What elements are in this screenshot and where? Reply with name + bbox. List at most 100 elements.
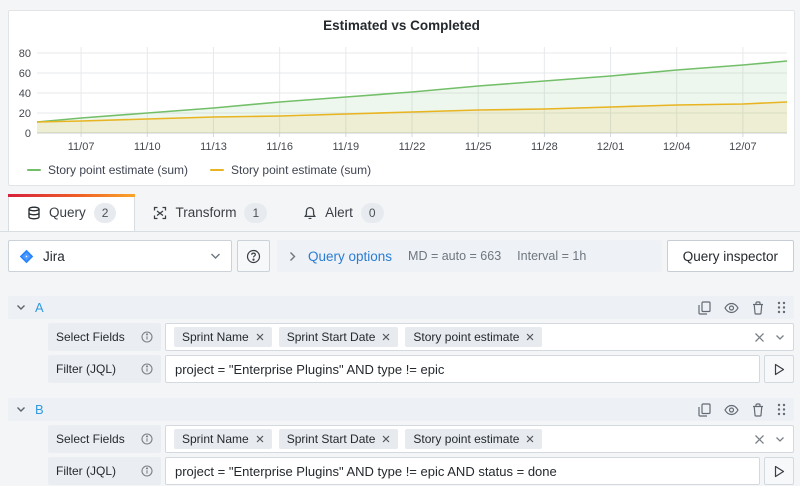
question-circle-icon	[246, 249, 261, 264]
tab-alert[interactable]: Alert 0	[285, 194, 401, 231]
field-label-text: Filter (JQL)	[56, 362, 135, 376]
field-chip-label: Sprint Start Date	[287, 432, 376, 446]
editor-tabbar: Query 2 Transform 1 Alert 0	[0, 194, 800, 232]
play-icon	[774, 363, 785, 376]
tab-transform[interactable]: Transform 1	[135, 194, 285, 231]
interval-value: Interval = 1h	[517, 249, 586, 263]
jira-icon	[19, 249, 34, 264]
query-toolbar: Jira Query options MD = auto = 663 Inter…	[8, 240, 794, 272]
svg-text:40: 40	[19, 88, 31, 100]
bell-icon	[303, 206, 317, 220]
legend-swatch-green	[27, 169, 41, 172]
remove-field-icon[interactable]	[256, 435, 264, 443]
jql-filter-input[interactable]	[165, 457, 760, 485]
remove-field-icon[interactable]	[382, 435, 390, 443]
max-data-points-value: MD = auto = 663	[408, 249, 501, 263]
info-circle-icon[interactable]	[141, 465, 153, 477]
svg-text:11/19: 11/19	[332, 141, 359, 153]
field-chip: Story point estimate	[405, 429, 542, 449]
drag-handle-icon[interactable]	[777, 403, 786, 416]
query-options-toggle[interactable]: Query options	[289, 249, 392, 264]
filter-jql-label: Filter (JQL)	[48, 355, 161, 383]
legend-item-completed[interactable]: Story point estimate (sum)	[210, 163, 371, 177]
svg-text:60: 60	[19, 68, 31, 80]
tab-query[interactable]: Query 2	[8, 194, 135, 231]
query-inspector-button[interactable]: Query inspector	[667, 240, 794, 272]
query-row-header-b[interactable]: B	[8, 398, 794, 421]
query-options-bar: Query options MD = auto = 663 Interval =…	[277, 240, 662, 272]
filter-jql-row-b: Filter (JQL)	[48, 457, 794, 485]
transform-icon	[153, 206, 167, 220]
jql-filter-input[interactable]	[165, 355, 760, 383]
filter-jql-label: Filter (JQL)	[48, 457, 161, 485]
field-chip: Sprint Start Date	[279, 429, 399, 449]
select-controls	[754, 332, 785, 343]
tab-query-label: Query	[49, 205, 86, 220]
select-fields-multiselect[interactable]: Sprint Name Sprint Start Date Story poin…	[165, 425, 794, 453]
filter-jql-row-a: Filter (JQL)	[48, 355, 794, 383]
query-refid: A	[35, 300, 44, 315]
svg-text:12/07: 12/07	[729, 141, 757, 153]
tab-alert-count-badge: 0	[361, 203, 384, 223]
info-circle-icon[interactable]	[141, 331, 153, 343]
tab-alert-label: Alert	[325, 205, 353, 220]
info-circle-icon[interactable]	[141, 433, 153, 445]
collapse-chevron-icon[interactable]	[16, 304, 26, 311]
chevron-down-icon	[210, 252, 221, 260]
remove-field-icon[interactable]	[526, 333, 534, 341]
svg-text:11/22: 11/22	[399, 141, 426, 153]
select-fields-multiselect[interactable]: Sprint Name Sprint Start Date Story poin…	[165, 323, 794, 351]
svg-text:12/01: 12/01	[597, 141, 625, 153]
collapse-chevron-icon[interactable]	[16, 406, 26, 413]
info-circle-icon[interactable]	[141, 363, 153, 375]
tab-transform-count-badge: 1	[244, 203, 267, 223]
time-series-chart[interactable]: 11/0711/1011/1311/1611/1911/2211/2511/28…	[13, 41, 791, 163]
remove-field-icon[interactable]	[256, 333, 264, 341]
duplicate-query-icon[interactable]	[698, 301, 711, 315]
duplicate-query-icon[interactable]	[698, 403, 711, 417]
query-options-label: Query options	[308, 249, 392, 264]
remove-field-icon[interactable]	[526, 435, 534, 443]
svg-text:12/04: 12/04	[663, 141, 691, 153]
svg-text:11/28: 11/28	[531, 141, 558, 153]
chevron-down-icon[interactable]	[775, 436, 785, 443]
query-refid: B	[35, 402, 44, 417]
field-chip-label: Story point estimate	[413, 330, 519, 344]
chart-panel: Estimated vs Completed 11/0711/1011/1311…	[8, 10, 795, 186]
select-fields-row-a: Select Fields Sprint Name Sprint Start D…	[48, 323, 794, 351]
hide-response-eye-icon[interactable]	[724, 404, 739, 416]
legend-swatch-yellow	[210, 169, 224, 172]
tab-transform-label: Transform	[175, 205, 236, 220]
remove-query-trash-icon[interactable]	[752, 301, 764, 315]
datasource-help-button[interactable]	[237, 240, 270, 272]
remove-field-icon[interactable]	[382, 333, 390, 341]
svg-text:80: 80	[19, 48, 31, 60]
remove-query-trash-icon[interactable]	[752, 403, 764, 417]
hide-response-eye-icon[interactable]	[724, 302, 739, 314]
query-actions	[698, 403, 786, 417]
query-actions	[698, 301, 786, 315]
legend-item-estimated[interactable]: Story point estimate (sum)	[27, 163, 188, 177]
database-icon	[27, 206, 41, 220]
field-chip-label: Sprint Name	[182, 330, 249, 344]
field-label-text: Select Fields	[56, 432, 135, 446]
field-chip-label: Sprint Start Date	[287, 330, 376, 344]
legend-label: Story point estimate (sum)	[48, 163, 188, 177]
drag-handle-icon[interactable]	[777, 301, 786, 314]
field-chip: Story point estimate	[405, 327, 542, 347]
run-query-button[interactable]	[764, 355, 794, 383]
datasource-name: Jira	[43, 249, 201, 264]
field-chip-label: Sprint Name	[182, 432, 249, 446]
panel-title: Estimated vs Completed	[9, 11, 794, 38]
svg-text:0: 0	[25, 128, 31, 140]
select-fields-row-b: Select Fields Sprint Name Sprint Start D…	[48, 425, 794, 453]
clear-selection-icon[interactable]	[754, 434, 765, 445]
datasource-picker[interactable]: Jira	[8, 240, 232, 272]
svg-text:11/10: 11/10	[134, 141, 161, 153]
select-fields-label: Select Fields	[48, 323, 161, 351]
run-query-button[interactable]	[764, 457, 794, 485]
select-fields-label: Select Fields	[48, 425, 161, 453]
chevron-down-icon[interactable]	[775, 334, 785, 341]
query-row-header-a[interactable]: A	[8, 296, 794, 319]
clear-selection-icon[interactable]	[754, 332, 765, 343]
